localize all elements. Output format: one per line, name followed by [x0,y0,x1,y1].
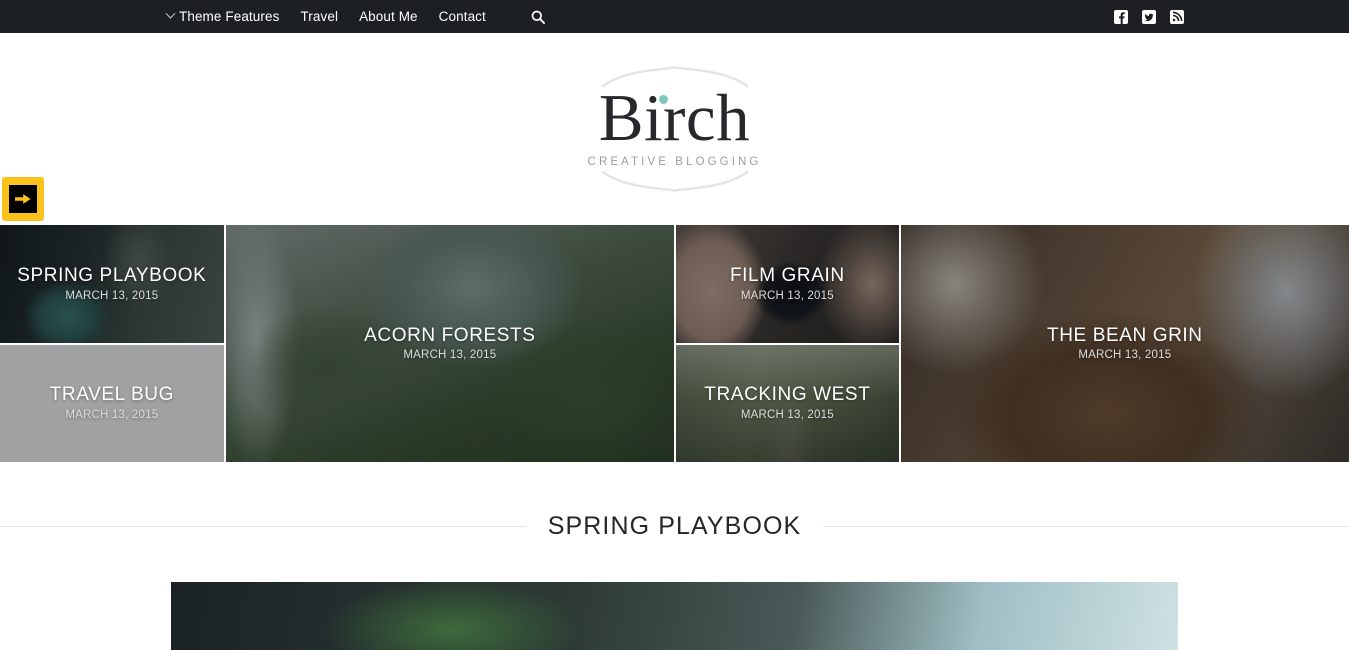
browser-extension-badge[interactable] [2,177,44,221]
nav-item-travel[interactable]: Travel [300,10,338,24]
tile-title: THE BEAN GRIN [1047,324,1203,346]
tile-title: SPRING PLAYBOOK [17,264,207,286]
featured-tile-travel-bug[interactable]: TRAVEL BUG MARCH 13, 2015 [0,344,224,462]
featured-posts-grid: SPRING PLAYBOOK MARCH 13, 2015 TRAVEL BU… [0,225,1349,462]
tile-caption: TRAVEL BUG MARCH 13, 2015 [0,384,224,422]
featured-tile-spring-playbook[interactable]: SPRING PLAYBOOK MARCH 13, 2015 [0,225,224,343]
social-links [1113,0,1184,33]
post-featured-image-wrap [0,582,1349,650]
post-featured-image[interactable] [171,582,1178,650]
nav-item-label: About Me [359,8,418,24]
main-nav: Theme Features Travel About Me Contact [165,8,545,24]
tile-caption: ACORN FORESTS MARCH 13, 2015 [226,324,674,362]
tile-caption: THE BEAN GRIN MARCH 13, 2015 [901,324,1349,362]
nav-item-label: Theme Features [179,8,280,24]
search-icon [531,10,545,24]
featured-tile-tracking-west[interactable]: TRACKING WEST MARCH 13, 2015 [676,344,899,462]
featured-tile-acorn-forests[interactable]: ACORN FORESTS MARCH 13, 2015 [225,225,674,462]
tile-caption: TRACKING WEST MARCH 13, 2015 [676,384,899,422]
post-title[interactable]: SPRING PLAYBOOK [548,514,802,539]
nav-item-label: Travel [300,8,339,24]
tile-date: MARCH 13, 2015 [65,409,159,422]
tile-date: MARCH 13, 2015 [403,349,497,362]
grid-column-2: ACORN FORESTS MARCH 13, 2015 [225,225,674,462]
tile-caption: SPRING PLAYBOOK MARCH 13, 2015 [0,264,224,302]
social-link-facebook[interactable] [1113,9,1128,24]
social-link-twitter[interactable] [1141,9,1156,24]
ornament-bottom-icon [601,170,748,192]
tile-date: MARCH 13, 2015 [65,289,159,302]
tile-caption: FILM GRAIN MARCH 13, 2015 [676,264,899,302]
grid-column-1: SPRING PLAYBOOK MARCH 13, 2015 TRAVEL BU… [0,225,224,462]
site-logo-text: Birch [598,81,751,156]
tile-date: MARCH 13, 2015 [1078,349,1172,362]
site-logo[interactable]: Birch [599,85,750,152]
tile-title: FILM GRAIN [729,264,845,286]
site-branding: Birch CREATIVE BLOGGING [0,33,1349,225]
grid-column-3: FILM GRAIN MARCH 13, 2015 TRACKING WEST … [676,225,899,462]
divider-right [823,526,1349,527]
top-navigation-bar: Theme Features Travel About Me Contact [0,0,1349,33]
divider-left [0,526,526,527]
featured-tile-the-bean-grin[interactable]: THE BEAN GRIN MARCH 13, 2015 [900,225,1349,462]
twitter-icon [1141,9,1156,24]
tile-title: TRAVEL BUG [49,384,174,406]
nav-item-label: Contact [438,8,486,24]
site-tagline: CREATIVE BLOGGING [587,155,762,168]
post-title-header: SPRING PLAYBOOK [0,514,1349,539]
nav-item-about-me[interactable]: About Me [359,10,418,24]
social-link-rss[interactable] [1169,9,1184,24]
latest-post-section: SPRING PLAYBOOK [0,462,1349,650]
rss-icon [1169,9,1184,24]
nav-item-theme-features[interactable]: Theme Features [165,8,280,24]
nav-item-contact[interactable]: Contact [439,10,486,24]
arrow-right-icon [15,194,31,204]
tile-title: TRACKING WEST [704,384,871,406]
search-button[interactable] [531,10,545,24]
featured-tile-film-grain[interactable]: FILM GRAIN MARCH 13, 2015 [676,225,899,343]
tile-date: MARCH 13, 2015 [740,289,834,302]
chevron-down-icon [165,8,176,19]
tile-title: ACORN FORESTS [364,324,536,346]
tile-date: MARCH 13, 2015 [740,409,834,422]
browser-extension-badge-inner [9,185,37,213]
grid-column-4: THE BEAN GRIN MARCH 13, 2015 [900,225,1349,462]
facebook-icon [1113,9,1128,24]
